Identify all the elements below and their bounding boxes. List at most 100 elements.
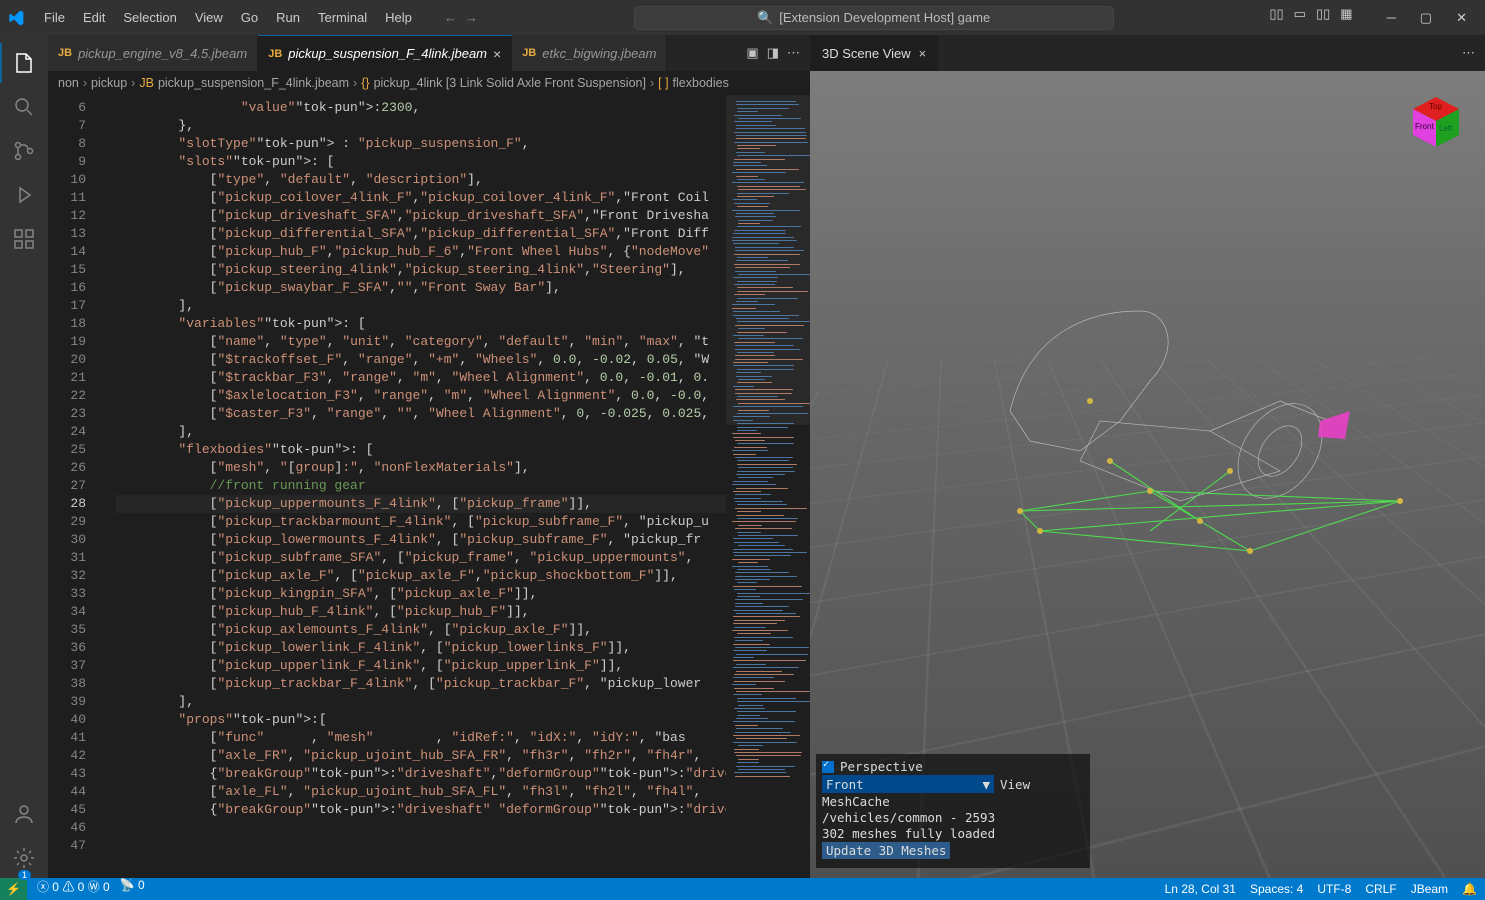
toggle-panel-left-icon[interactable]: ▯▯ <box>1269 6 1283 30</box>
activity-accounts[interactable] <box>0 794 48 834</box>
menu-go[interactable]: Go <box>233 6 266 29</box>
svg-text:Left: Left <box>1439 124 1453 133</box>
perspective-checkbox[interactable] <box>822 761 834 773</box>
compare-icon[interactable]: ▣ <box>746 45 758 61</box>
svg-text:Front: Front <box>1415 122 1434 131</box>
activity-explorer[interactable] <box>0 43 48 83</box>
debug-icon <box>12 183 36 207</box>
menu-view[interactable]: View <box>187 6 231 29</box>
command-center-text: [Extension Development Host] game <box>779 10 990 25</box>
manage-badge: 1 <box>18 870 31 880</box>
command-center: 🔍 [Extension Development Host] game <box>478 6 1269 30</box>
svg-text:Top: Top <box>1429 102 1442 111</box>
viewport-overlay-panel: Perspective Front ▼ View MeshCache /vehi… <box>816 754 1090 868</box>
minimap[interactable] <box>726 95 810 878</box>
tab-etkc-bigwing[interactable]: JB etkc_bigwing.jbeam <box>512 35 667 71</box>
toggle-panel-right-icon[interactable]: ▯▯ <box>1316 6 1330 30</box>
activity-manage[interactable]: 1 <box>0 838 48 878</box>
status-language[interactable]: JBeam <box>1411 882 1448 896</box>
notifications-icon[interactable]: 🔔 <box>1462 882 1477 896</box>
activity-search[interactable] <box>0 87 48 127</box>
more-actions-icon[interactable]: ⋯ <box>787 45 800 61</box>
status-ports[interactable]: 📡 0 <box>120 878 145 900</box>
main-menu: File Edit Selection View Go Run Terminal… <box>36 6 420 29</box>
editor-tab-bar: JB pickup_engine_v8_4.5.jbeam JB pickup_… <box>48 35 810 71</box>
statusbar: ⚡ ⓧ 0 ⚠ 0 Ⓦ 0 📡 0 Ln 28, Col 31 Spaces: … <box>0 878 1485 900</box>
jbeam-file-icon: JB <box>58 47 72 59</box>
tab-pickup-engine[interactable]: JB pickup_engine_v8_4.5.jbeam <box>48 35 258 71</box>
menu-selection[interactable]: Selection <box>115 6 184 29</box>
breadcrumb-item[interactable]: pickup <box>91 76 127 90</box>
update-meshes-button[interactable]: Update 3D Meshes <box>822 842 950 859</box>
tab-label: 3D Scene View <box>822 46 911 61</box>
cache-status: 302 meshes fully loaded <box>822 826 1084 841</box>
orientation-gizmo[interactable]: Top Front Left <box>1405 91 1467 153</box>
tab-label: etkc_bigwing.jbeam <box>542 46 656 61</box>
menu-file[interactable]: File <box>36 6 73 29</box>
tab-label: pickup_suspension_F_4link.jbeam <box>288 46 487 61</box>
more-actions-icon[interactable]: ⋯ <box>1462 45 1475 60</box>
status-indent[interactable]: Spaces: 4 <box>1250 882 1303 896</box>
source-control-icon <box>12 139 36 163</box>
perspective-label: Perspective <box>840 759 923 774</box>
jbeam-file-icon: JB <box>268 48 282 60</box>
activity-source-control[interactable] <box>0 131 48 171</box>
chevron-right-icon: › <box>353 76 357 90</box>
tab-label: pickup_engine_v8_4.5.jbeam <box>78 46 247 61</box>
nav-history: ← → <box>444 10 478 25</box>
status-encoding[interactable]: UTF-8 <box>1317 882 1351 896</box>
remote-indicator[interactable]: ⚡ <box>0 878 27 900</box>
breadcrumb-item[interactable]: non <box>58 76 79 90</box>
close-icon[interactable]: × <box>919 46 927 61</box>
tab-pickup-suspension[interactable]: JB pickup_suspension_F_4link.jbeam × <box>258 35 512 71</box>
nav-forward-icon[interactable]: → <box>465 10 478 25</box>
window-maximize-icon[interactable]: ▢ <box>1410 6 1442 30</box>
titlebar: File Edit Selection View Go Run Terminal… <box>0 0 1485 35</box>
editor-area: JB pickup_engine_v8_4.5.jbeam JB pickup_… <box>48 35 1485 878</box>
line-gutter: 6789101112131415161718192021222324252627… <box>48 95 94 878</box>
close-icon[interactable]: × <box>493 46 501 62</box>
activity-extensions[interactable] <box>0 219 48 259</box>
breadcrumb-item[interactable]: pickup_suspension_F_4link.jbeam <box>158 76 349 90</box>
window-minimize-icon[interactable]: ─ <box>1377 6 1406 30</box>
chevron-right-icon: › <box>83 76 87 90</box>
command-center-input[interactable]: 🔍 [Extension Development Host] game <box>634 6 1114 30</box>
tab-3d-scene-view[interactable]: 3D Scene View × <box>810 35 938 71</box>
nav-back-icon[interactable]: ← <box>444 10 457 25</box>
breadcrumb-item[interactable]: pickup_4link [3 Link Solid Axle Front Su… <box>374 76 646 90</box>
breadcrumb-item[interactable]: flexbodies <box>673 76 729 90</box>
jbeam-file-icon: JB <box>139 76 154 90</box>
toggle-panel-bottom-icon[interactable]: ▭ <box>1294 6 1306 30</box>
split-editor-icon[interactable]: ◨ <box>767 45 779 61</box>
status-eol[interactable]: CRLF <box>1365 882 1396 896</box>
view-label: View <box>1000 777 1030 792</box>
window-close-icon[interactable]: ✕ <box>1446 6 1477 30</box>
cache-path: /vehicles/common - 2593 <box>822 810 1084 825</box>
files-icon <box>12 51 36 75</box>
breadcrumb[interactable]: non › pickup › JB pickup_suspension_F_4l… <box>48 71 810 95</box>
menu-terminal[interactable]: Terminal <box>310 6 375 29</box>
object-icon: {} <box>361 76 369 90</box>
editor-actions: ▣ ◨ ⋯ <box>736 45 810 61</box>
vscode-logo-icon <box>8 10 24 26</box>
chevron-right-icon: › <box>650 76 654 90</box>
activity-run-debug[interactable] <box>0 175 48 215</box>
menu-run[interactable]: Run <box>268 6 308 29</box>
code-body[interactable]: "value""tok-pun">:2300, }, "slotType""to… <box>116 95 726 878</box>
meshcache-label: MeshCache <box>822 794 1084 809</box>
search-icon <box>12 95 36 119</box>
panel-3d-scene: 3D Scene View × ⋯ <box>810 35 1485 878</box>
customize-layout-icon[interactable]: ▦ <box>1340 6 1352 30</box>
code-editor[interactable]: 6789101112131415161718192021222324252627… <box>48 95 810 878</box>
status-problems[interactable]: ⓧ 0 ⚠ 0 Ⓦ 0 <box>37 878 110 900</box>
array-icon: [ ] <box>658 76 668 90</box>
viewport-3d[interactable]: Top Front Left Perspective Front ▼ <box>810 71 1485 878</box>
jbeam-file-icon: JB <box>522 47 536 59</box>
chevron-right-icon: › <box>131 76 135 90</box>
menu-help[interactable]: Help <box>377 6 420 29</box>
face-select[interactable]: Front ▼ <box>822 775 994 793</box>
status-cursor[interactable]: Ln 28, Col 31 <box>1165 882 1236 896</box>
menu-edit[interactable]: Edit <box>75 6 113 29</box>
extensions-icon <box>12 227 36 251</box>
gear-icon <box>12 846 36 870</box>
